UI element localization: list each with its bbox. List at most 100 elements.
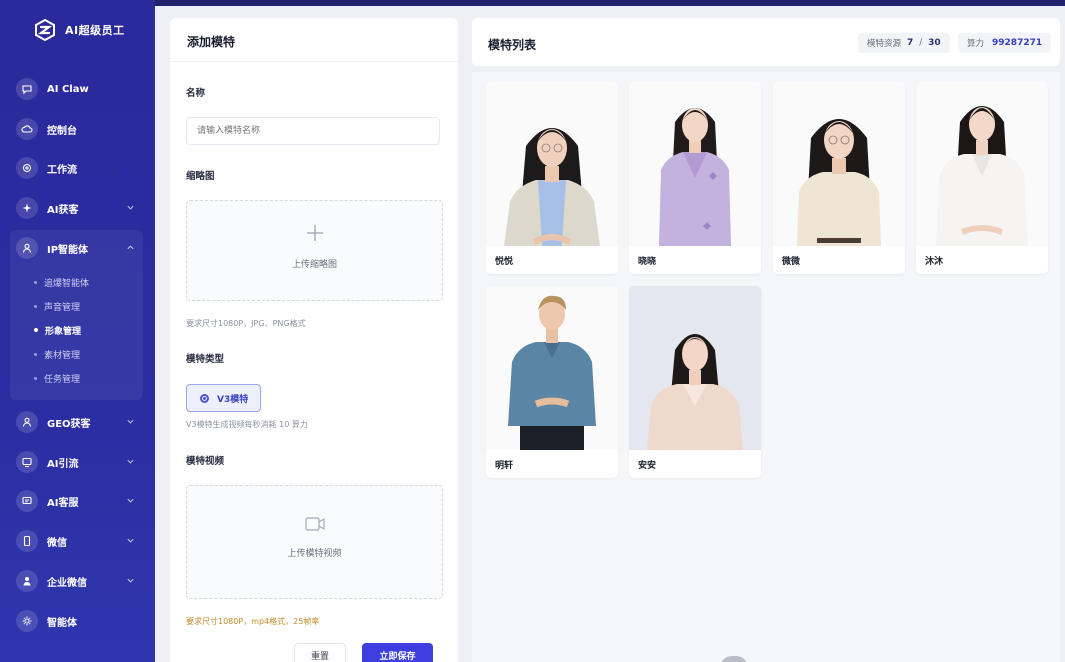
sidebar-item-wechat[interactable]: 微信 (10, 525, 145, 557)
video-icon (304, 517, 325, 531)
compute-power-stat: 算力 99287271 (958, 33, 1052, 53)
v3-model-option[interactable]: V3模特 (186, 384, 261, 412)
model-photo (486, 286, 618, 450)
model-card[interactable]: 明轩 (486, 286, 618, 478)
model-name: 安安 (638, 461, 657, 471)
model-type-label: 模特类型 (186, 354, 225, 365)
model-video-label: 模特视频 (186, 456, 225, 467)
model-photo (486, 82, 618, 246)
upload-video-text: 上传模特视频 (287, 549, 342, 559)
workflow-icon (16, 157, 38, 179)
brand[interactable]: AI超级员工 (33, 16, 125, 44)
sidebar-item-ai-traffic[interactable]: AI引流 (10, 446, 145, 478)
sidebar-item-label: 微信 (47, 537, 67, 549)
sidebar-item-label: 控制台 (47, 125, 77, 137)
radio-selected-icon (200, 393, 209, 403)
subitem-label: 形象管理 (45, 326, 82, 337)
message-icon (16, 490, 38, 512)
add-model-panel: 添加模特 名称 缩略图 上传缩略图 要求尺寸1080P，JPG、PNG格式 模特… (170, 18, 458, 662)
name-label: 名称 (186, 88, 206, 99)
sidebar-item-agent[interactable]: 智能体 (10, 605, 145, 637)
model-photo (916, 82, 1048, 246)
upload-thumbnail-text: 上传缩略图 (291, 260, 337, 270)
model-photo (773, 82, 905, 246)
model-photo (629, 286, 761, 450)
sidebar-subitem-voice[interactable]: 声音管理 (34, 298, 80, 314)
model-name: 沐沐 (925, 257, 944, 267)
list-title: 模特列表 (488, 38, 537, 52)
model-card[interactable]: 悦悦 (486, 82, 618, 274)
stat-label: 模特资源 (867, 39, 902, 49)
sidebar-item-geo[interactable]: GEO获客 (10, 406, 145, 438)
chevron-up-icon (127, 245, 134, 250)
reset-button[interactable]: 重置 (294, 643, 346, 662)
model-name: 明轩 (495, 461, 514, 471)
chevron-down-icon (127, 498, 134, 503)
logo-icon (35, 18, 55, 42)
model-card[interactable]: 沐沐 (916, 82, 1048, 274)
sidebar-item-wecom[interactable]: 企业微信 (10, 565, 145, 597)
model-name-input[interactable] (186, 117, 440, 145)
panel-title: 添加模特 (170, 18, 458, 62)
sidebar-item-ai-acquire[interactable]: AI获客 (10, 192, 145, 224)
model-list-header: 模特列表 模特资源 7 / 30 算力 99287271 (472, 18, 1060, 66)
brand-name: AI超级员工 (65, 24, 125, 37)
thumbnail-upload[interactable]: 上传缩略图 (186, 200, 443, 301)
stat-separator: / (919, 38, 923, 48)
model-card[interactable]: 晓晓 (629, 82, 761, 274)
sidebar-item-console[interactable]: 控制台 (10, 113, 145, 145)
sidebar-item-workflow[interactable]: 工作流 (10, 152, 145, 184)
cloud-icon (16, 118, 38, 140)
model-resource-stat: 模特资源 7 / 30 (858, 33, 950, 53)
model-card[interactable]: 安安 (629, 286, 761, 478)
save-button[interactable]: 立即保存 (362, 643, 433, 662)
sidebar-item-ai-claw[interactable]: AI Claw (10, 73, 145, 105)
sidebar-item-label: AI引流 (47, 458, 79, 470)
sidebar-item-label: IP智能体 (47, 244, 89, 256)
chevron-down-icon (127, 419, 134, 424)
bullet-dot (34, 376, 37, 380)
sidebar: AI超级员工 AI Claw 控制台 工作流 AI获客 IP智能体 追爆智能体 … (0, 0, 155, 662)
sidebar-item-label: AI获客 (47, 204, 79, 216)
subitem-label: 声音管理 (44, 302, 81, 313)
sidebar-subitem-viral-agent[interactable]: 追爆智能体 (34, 274, 89, 290)
power-value: 99287271 (992, 38, 1043, 48)
person-icon (16, 570, 38, 592)
model-name: 晓晓 (638, 257, 657, 267)
user-icon (16, 411, 38, 433)
model-grid: 悦悦 晓晓 微微 沐沐 明轩 安安 (472, 72, 1060, 662)
screen-icon (16, 451, 38, 473)
sidebar-subitem-task[interactable]: 任务管理 (34, 370, 80, 386)
sidebar-item-label: 企业微信 (47, 577, 87, 589)
bullet-dot (34, 280, 37, 284)
model-card[interactable]: 微微 (773, 82, 905, 274)
sidebar-item-ai-service[interactable]: AI客服 (10, 485, 145, 517)
gear-icon (16, 610, 38, 632)
video-upload[interactable]: 上传模特视频 (186, 485, 443, 599)
sidebar-item-label: AI Claw (47, 83, 89, 95)
phone-icon (16, 530, 38, 552)
plus-icon (306, 225, 323, 241)
model-name: 悦悦 (495, 257, 514, 267)
thumbnail-label: 缩略图 (186, 171, 215, 182)
model-photo (629, 82, 761, 246)
option-label: V3模特 (217, 394, 249, 405)
sidebar-subitem-avatar[interactable]: 形象管理 (34, 322, 81, 338)
resource-used: 7 (907, 38, 914, 48)
model-type-hint: V3模特生成视频每秒消耗 10 算力 (186, 420, 308, 429)
sidebar-item-label: AI客服 (47, 497, 79, 509)
sidebar-subitem-material[interactable]: 素材管理 (34, 346, 80, 362)
sparkle-icon (16, 197, 38, 219)
user-icon (16, 237, 38, 259)
resource-total: 30 (928, 38, 941, 48)
thumbnail-hint: 要求尺寸1080P，JPG、PNG格式 (186, 319, 306, 328)
sidebar-item-label: 智能体 (47, 617, 77, 629)
chevron-down-icon (127, 205, 134, 210)
chat-icon (16, 78, 38, 100)
stat-label: 算力 (967, 39, 985, 49)
top-bar (0, 0, 1065, 6)
chevron-down-icon (127, 459, 134, 464)
sidebar-item-ip-agent[interactable]: IP智能体 (10, 232, 145, 264)
sidebar-item-label: 工作流 (47, 164, 77, 176)
video-hint: 要求尺寸1080P，mp4格式，25帧率 (186, 617, 320, 626)
